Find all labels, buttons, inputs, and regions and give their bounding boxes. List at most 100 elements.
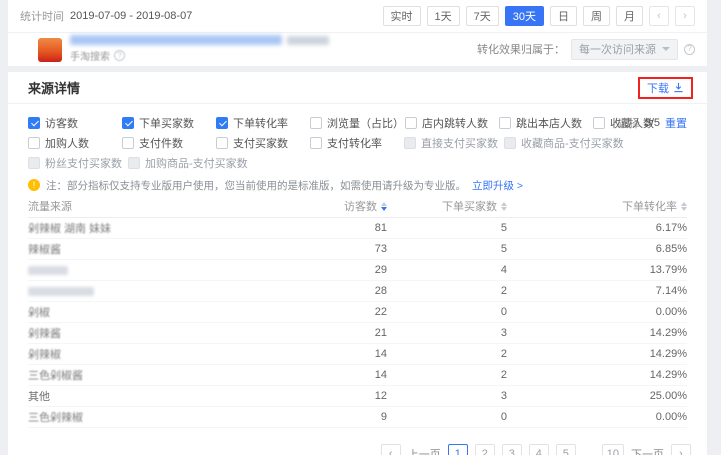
next-page-label[interactable]: 下一页: [631, 446, 664, 455]
column-header-访客数[interactable]: 访客数: [277, 198, 387, 214]
range-button-实时[interactable]: 实时: [383, 6, 421, 26]
product-row: 手淘搜索 ? 转化效果归属于： 每一次访问来源 ?: [8, 33, 707, 65]
cell-conversion: 14.29%: [507, 348, 687, 360]
metric-checkbox-支付转化率[interactable]: 支付转化率: [310, 135, 404, 151]
notice-dot-icon: !: [28, 179, 40, 191]
cell-visitors: 29: [277, 264, 387, 276]
checkbox-box[interactable]: [216, 137, 228, 149]
cell-visitors: 73: [277, 243, 387, 255]
range-button-周[interactable]: 周: [583, 6, 610, 26]
download-icon: [673, 82, 684, 93]
checkbox-box[interactable]: [122, 117, 134, 129]
metric-checkbox-label: 下单转化率: [233, 115, 288, 131]
metric-row: 粉丝支付买家数加购商品-支付买家数: [28, 153, 687, 173]
source-name-redacted: [28, 287, 94, 296]
cell-order-buyers: 2: [387, 285, 507, 297]
checkbox-box[interactable]: [216, 117, 228, 129]
page-button-1[interactable]: 1: [448, 444, 468, 455]
prev-page-button[interactable]: ‹: [381, 444, 401, 455]
cell-visitors: 14: [277, 348, 387, 360]
source-name: 剁辣酱: [28, 328, 61, 340]
cell-order-buyers: 3: [387, 327, 507, 339]
table-header-row: 流量来源访客数下单买家数 下单转化率: [28, 195, 687, 218]
range-button-日[interactable]: 日: [550, 6, 577, 26]
metric-checkbox-支付件数[interactable]: 支付件数: [122, 135, 216, 151]
source-name: 辣椒酱: [28, 244, 61, 256]
metric-checkbox-访客数[interactable]: 访客数: [28, 115, 122, 131]
attribution-setting: 转化效果归属于： 每一次访问来源 ?: [477, 33, 695, 65]
cell-visitors: 9: [277, 411, 387, 423]
page-ellipsis: …: [583, 448, 595, 455]
cell-order-buyers: 4: [387, 264, 507, 276]
column-header-流量来源: 流量来源: [28, 198, 277, 214]
column-header-下单转化率[interactable]: 下单转化率: [507, 198, 687, 214]
checkbox-box[interactable]: [28, 137, 40, 149]
table-row: 剁辣椒14214.29%: [28, 344, 687, 365]
range-button-group: 实时 1天 7天 30天日周月: [383, 6, 644, 26]
cell-traffic-source: 三色剁辣椒: [28, 409, 277, 425]
checkbox-box[interactable]: [310, 137, 322, 149]
help-icon[interactable]: ?: [114, 50, 125, 61]
cell-conversion: 6.85%: [507, 243, 687, 255]
checkbox-box[interactable]: [122, 137, 134, 149]
metric-checkbox-下单转化率[interactable]: 下单转化率: [216, 115, 310, 131]
product-title-line: [70, 35, 329, 45]
cell-traffic-source: [28, 264, 277, 276]
metric-checkbox-label: 店内跳转人数: [422, 115, 488, 131]
page-button-5[interactable]: 5: [556, 444, 576, 455]
page-button-2[interactable]: 2: [475, 444, 495, 455]
checkbox-box[interactable]: [405, 117, 417, 129]
column-header-label: 下单转化率: [622, 198, 677, 214]
metric-checkbox-加购人数[interactable]: 加购人数: [28, 135, 122, 151]
cell-visitors: 28: [277, 285, 387, 297]
attribution-select[interactable]: 每一次访问来源: [571, 39, 678, 60]
checkbox-box[interactable]: [310, 117, 322, 129]
prev-page-label[interactable]: 上一页: [408, 446, 441, 455]
checkbox-box: [128, 157, 140, 169]
range-button-1天[interactable]: 1天: [427, 6, 460, 26]
attribution-value: 每一次访问来源: [579, 41, 656, 57]
cell-traffic-source: 剁辣酱: [28, 325, 277, 341]
metric-checkbox-浏览量（占比）[interactable]: 浏览量（占比）: [310, 115, 405, 131]
checkbox-box[interactable]: [593, 117, 605, 129]
metric-checkbox-店内跳转人数[interactable]: 店内跳转人数: [405, 115, 499, 131]
page-button-10[interactable]: 10: [602, 444, 624, 455]
product-title-redacted: [70, 35, 282, 45]
metric-row: 加购人数支付件数支付买家数支付转化率直接支付买家数收藏商品-支付买家数: [28, 133, 687, 153]
panel-header: 来源详情 下载: [8, 72, 707, 104]
download-highlight-box: 下载: [638, 77, 693, 99]
product-thumbnail: [38, 38, 62, 62]
next-period-button[interactable]: ›: [675, 6, 695, 26]
next-page-button[interactable]: ›: [671, 444, 691, 455]
metric-checkbox-下单买家数[interactable]: 下单买家数: [122, 115, 216, 131]
metric-checkbox-支付买家数[interactable]: 支付买家数: [216, 135, 310, 151]
metric-checkbox-label: 收藏商品-支付买家数: [521, 135, 624, 151]
page-button-4[interactable]: 4: [529, 444, 549, 455]
range-button-月[interactable]: 月: [616, 6, 643, 26]
download-button[interactable]: 下载: [647, 80, 684, 96]
range-button-30天[interactable]: 30天: [505, 6, 544, 26]
reset-link[interactable]: 重置: [665, 115, 687, 131]
source-name: 三色剁椒酱: [28, 370, 83, 382]
cell-traffic-source: 剁椒: [28, 304, 277, 320]
metric-checkbox-跳出本店人数[interactable]: 跳出本店人数: [499, 115, 593, 131]
page-button-3[interactable]: 3: [502, 444, 522, 455]
metric-row: 访客数下单买家数下单转化率浏览量（占比）店内跳转人数跳出本店人数收藏人数: [28, 113, 687, 133]
source-name: 三色剁辣椒: [28, 412, 83, 424]
next-arrow-icon: ›: [683, 10, 687, 22]
checkbox-box: [404, 137, 416, 149]
column-header-下单买家数[interactable]: 下单买家数: [387, 198, 507, 214]
sort-desc-icon[interactable]: [681, 207, 687, 211]
checkbox-box[interactable]: [499, 117, 511, 129]
range-button-7天[interactable]: 7天: [466, 6, 499, 26]
help-icon[interactable]: ?: [684, 44, 695, 55]
upgrade-link[interactable]: 立即升级 >: [472, 178, 523, 193]
sort-asc-icon[interactable]: [681, 202, 687, 206]
prev-period-button[interactable]: ‹: [649, 6, 669, 26]
checkbox-box[interactable]: [28, 117, 40, 129]
metric-checkbox-label: 支付转化率: [327, 135, 382, 151]
sort-icons[interactable]: [681, 202, 687, 211]
metric-rows: 访客数下单买家数下单转化率浏览量（占比）店内跳转人数跳出本店人数收藏人数加购人数…: [28, 113, 687, 173]
stat-time: 统计时间 2019-07-09 - 2019-08-07: [20, 8, 192, 24]
traffic-source-line: 手淘搜索 ?: [70, 48, 329, 63]
